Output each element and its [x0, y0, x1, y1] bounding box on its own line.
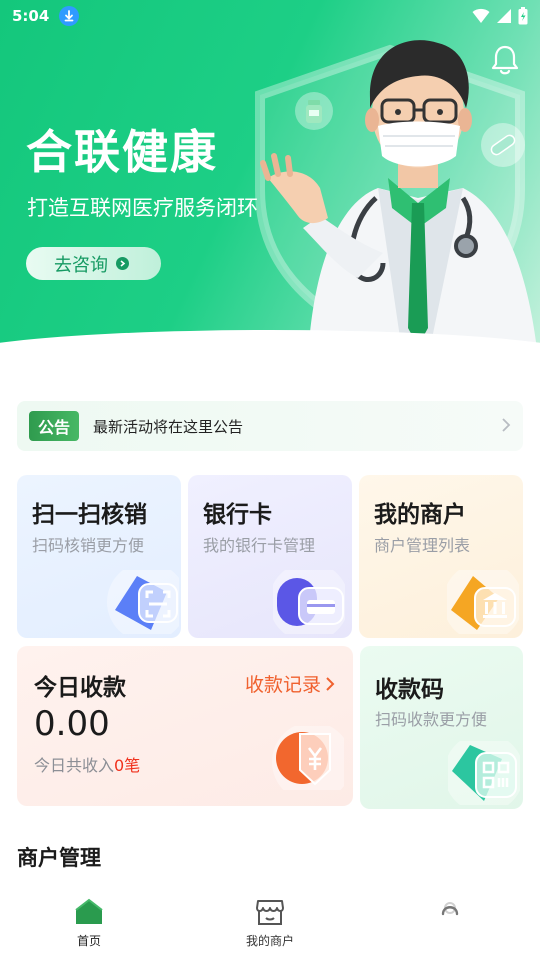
payment-records-link[interactable]: 收款记录: [245, 670, 335, 697]
card-title: 扫一扫核销: [32, 502, 147, 528]
bank-card-icon: [273, 570, 345, 634]
scan-verify-card[interactable]: 扫一扫核销 扫码核销更方便: [17, 475, 181, 638]
card-subtitle: 我的银行卡管理: [203, 536, 316, 555]
battery-icon: [518, 7, 528, 25]
notice-text: 最新活动将在这里公告: [93, 417, 244, 436]
card-title: 银行卡: [203, 502, 272, 528]
nav-my-merchant[interactable]: 我的商户: [210, 898, 330, 949]
today-count: 0笔: [114, 756, 141, 775]
my-merchant-card[interactable]: 我的商户 商户管理列表: [359, 475, 523, 638]
promo-banner[interactable]: 合联健康 打造互联网医疗服务闭环 去咨询: [0, 0, 540, 372]
scan-icon: [107, 570, 179, 634]
payment-records-label: 收款记录: [244, 674, 321, 696]
nav-home[interactable]: 首页: [29, 898, 149, 949]
bank-building-icon: [447, 570, 519, 634]
carousel-dot[interactable]: [269, 333, 277, 341]
user-icon: [441, 902, 459, 916]
banner-title: 合联健康: [26, 125, 218, 179]
status-bar: 5:04: [0, 0, 540, 32]
chevron-right-icon: [502, 418, 511, 432]
card-title: 收款码: [375, 677, 444, 703]
nav-profile[interactable]: [390, 898, 510, 932]
doctor-illustration: [260, 40, 538, 358]
today-income-card[interactable]: 今日收款 收款记录 0.00 今日共收入0笔: [17, 646, 353, 806]
today-income-title: 今日收款: [34, 675, 126, 701]
download-icon: [59, 6, 80, 26]
signal-icon: [497, 9, 511, 23]
qr-code-icon: [448, 741, 520, 805]
bell-icon[interactable]: [490, 44, 520, 76]
status-time: 5:04: [12, 7, 50, 25]
carousel-dot[interactable]: [247, 333, 263, 341]
consult-button[interactable]: 去咨询: [26, 247, 161, 280]
status-icons: [472, 7, 528, 25]
today-income-note: 今日共收入0笔: [34, 752, 140, 776]
consult-button-label: 去咨询: [54, 254, 108, 276]
nav-home-label: 首页: [76, 934, 101, 948]
merchant-management-title: 商户管理: [17, 846, 101, 870]
nav-my-merchant-label: 我的商户: [245, 934, 294, 948]
home-icon: [75, 898, 103, 924]
bottom-nav: 首页 我的商户: [0, 888, 540, 960]
card-title: 我的商户: [374, 502, 466, 528]
card-subtitle: 扫码核销更方便: [32, 536, 145, 555]
carousel-dot[interactable]: [283, 333, 291, 341]
notice-tag: 公告: [29, 411, 80, 441]
chevron-right-icon: [116, 257, 129, 270]
today-note-prefix: 今日共收入: [34, 756, 115, 775]
carousel-indicator[interactable]: [247, 333, 291, 341]
notice-bar[interactable]: 公告 最新活动将在这里公告: [17, 401, 523, 451]
banner-subtitle: 打造互联网医疗服务闭环: [27, 196, 258, 220]
payment-qr-card[interactable]: 收款码 扫码收款更方便: [360, 646, 523, 809]
card-subtitle: 商户管理列表: [374, 536, 471, 555]
today-amount: 0.00: [34, 704, 110, 744]
chevron-right-icon: [326, 676, 335, 691]
store-icon: [256, 900, 284, 925]
bank-card-card[interactable]: 银行卡 我的银行卡管理: [188, 475, 352, 638]
wifi-icon: [472, 8, 490, 23]
card-subtitle: 扫码收款更方便: [375, 710, 488, 729]
yuan-download-icon: [272, 726, 344, 790]
